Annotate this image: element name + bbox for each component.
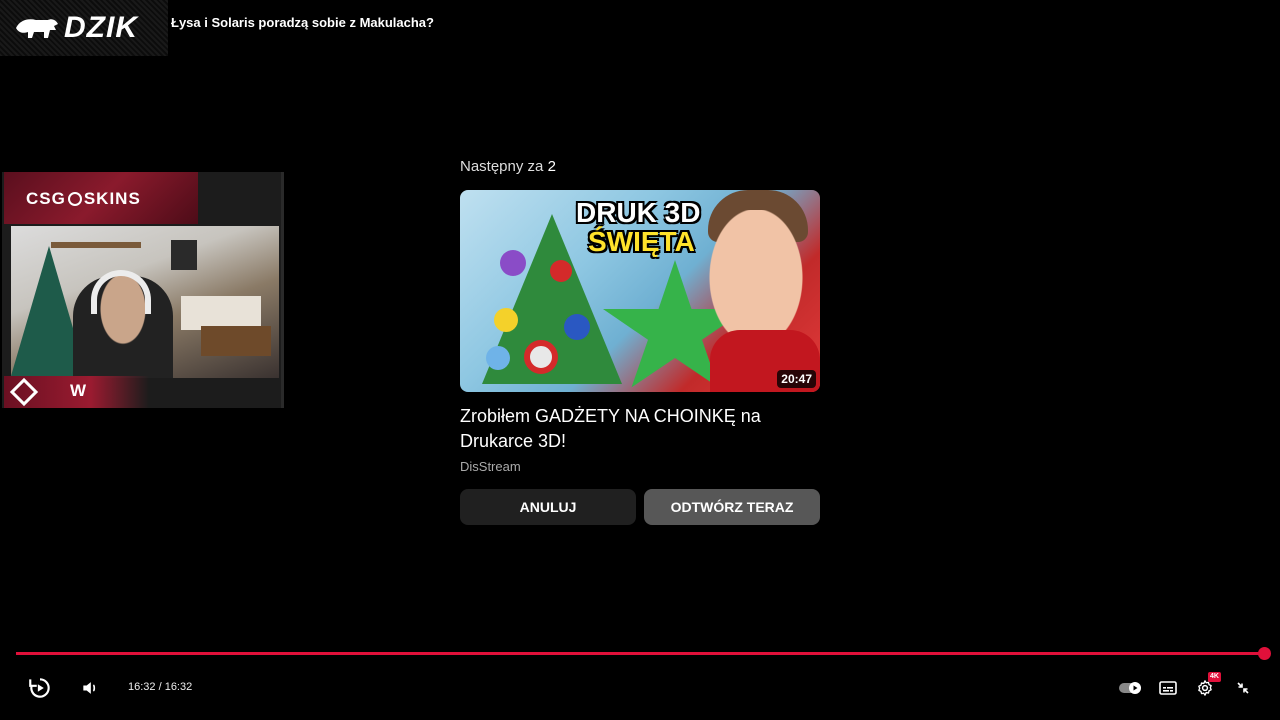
video-title[interactable]: Łysa i Solaris poradzą sobie z Makulacha… (171, 15, 434, 30)
thumbnail-ornament (486, 346, 510, 370)
exit-fullscreen-icon (1237, 682, 1249, 694)
channel-logo[interactable]: DZIK (0, 0, 168, 56)
sponsor-eye-icon (67, 192, 82, 206)
volume-button[interactable] (76, 674, 104, 702)
thumbnail-ornament (494, 308, 518, 332)
subtitles-icon (1159, 681, 1177, 695)
quality-badge: 4K (1208, 672, 1221, 682)
sponsor-text-left: CSG (26, 189, 66, 208)
progress-fill (16, 652, 1264, 655)
up-next-text: Następny za (460, 158, 544, 175)
sponsor-text: CSG SKINS (26, 189, 141, 209)
thumbnail-headline: DRUK 3D ŚWIĘTA (572, 198, 704, 257)
volume-icon (83, 682, 96, 694)
progress-scrubber[interactable] (1258, 647, 1271, 660)
up-next-thumbnail[interactable]: DRUK 3D ŚWIĘTA 20:47 (460, 190, 820, 392)
thumbnail-ornament (524, 340, 558, 374)
bull-icon (16, 19, 58, 38)
replay-icon (29, 678, 50, 698)
play-now-button[interactable]: ODTWÓRZ TERAZ (644, 489, 820, 525)
replay-button[interactable] (26, 674, 54, 702)
up-next-title[interactable]: Zrobiłem GADŻETY NA CHOINKĘ na Drukarce … (460, 404, 820, 454)
autoplay-toggle-icon (1119, 682, 1141, 694)
time-display: 16:32 / 16:32 (128, 681, 193, 693)
stream-overlay: CSG SKINS W (2, 172, 284, 408)
sponsor-text-right: SKINS (83, 189, 141, 208)
up-next-label: Następny za 2 (460, 158, 556, 175)
exit-fullscreen-button[interactable] (1229, 674, 1257, 702)
up-next-countdown: 2 (547, 158, 556, 175)
diamond-icon (9, 377, 39, 407)
footer-badge: W (70, 381, 87, 400)
webcam-feed (11, 226, 279, 378)
autoplay-toggle[interactable] (1116, 674, 1144, 702)
webcam-sofa (181, 296, 261, 330)
webcam-wall-picture (171, 240, 197, 270)
progress-bar[interactable] (16, 647, 1271, 660)
channel-logo-text: DZIK (64, 11, 138, 44)
thumbnail-headline-line2: ŚWIĘTA (588, 226, 695, 258)
webcam-desk (201, 326, 271, 356)
cancel-button[interactable]: ANULUJ (460, 489, 636, 525)
thumbnail-headline-line1: DRUK 3D (576, 197, 701, 228)
thumbnail-ornament (500, 250, 526, 276)
stream-footer: W (4, 376, 149, 408)
thumbnail-ornament (564, 314, 590, 340)
up-next-channel[interactable]: DisStream (460, 459, 521, 474)
sponsor-banner: CSG SKINS (4, 172, 198, 224)
top-bar: DZIK Łysa i Solaris poradzą sobie z Maku… (0, 0, 1280, 60)
thumbnail-ornament (550, 260, 572, 282)
duration-badge: 20:47 (777, 370, 816, 388)
subtitles-button[interactable] (1154, 674, 1182, 702)
